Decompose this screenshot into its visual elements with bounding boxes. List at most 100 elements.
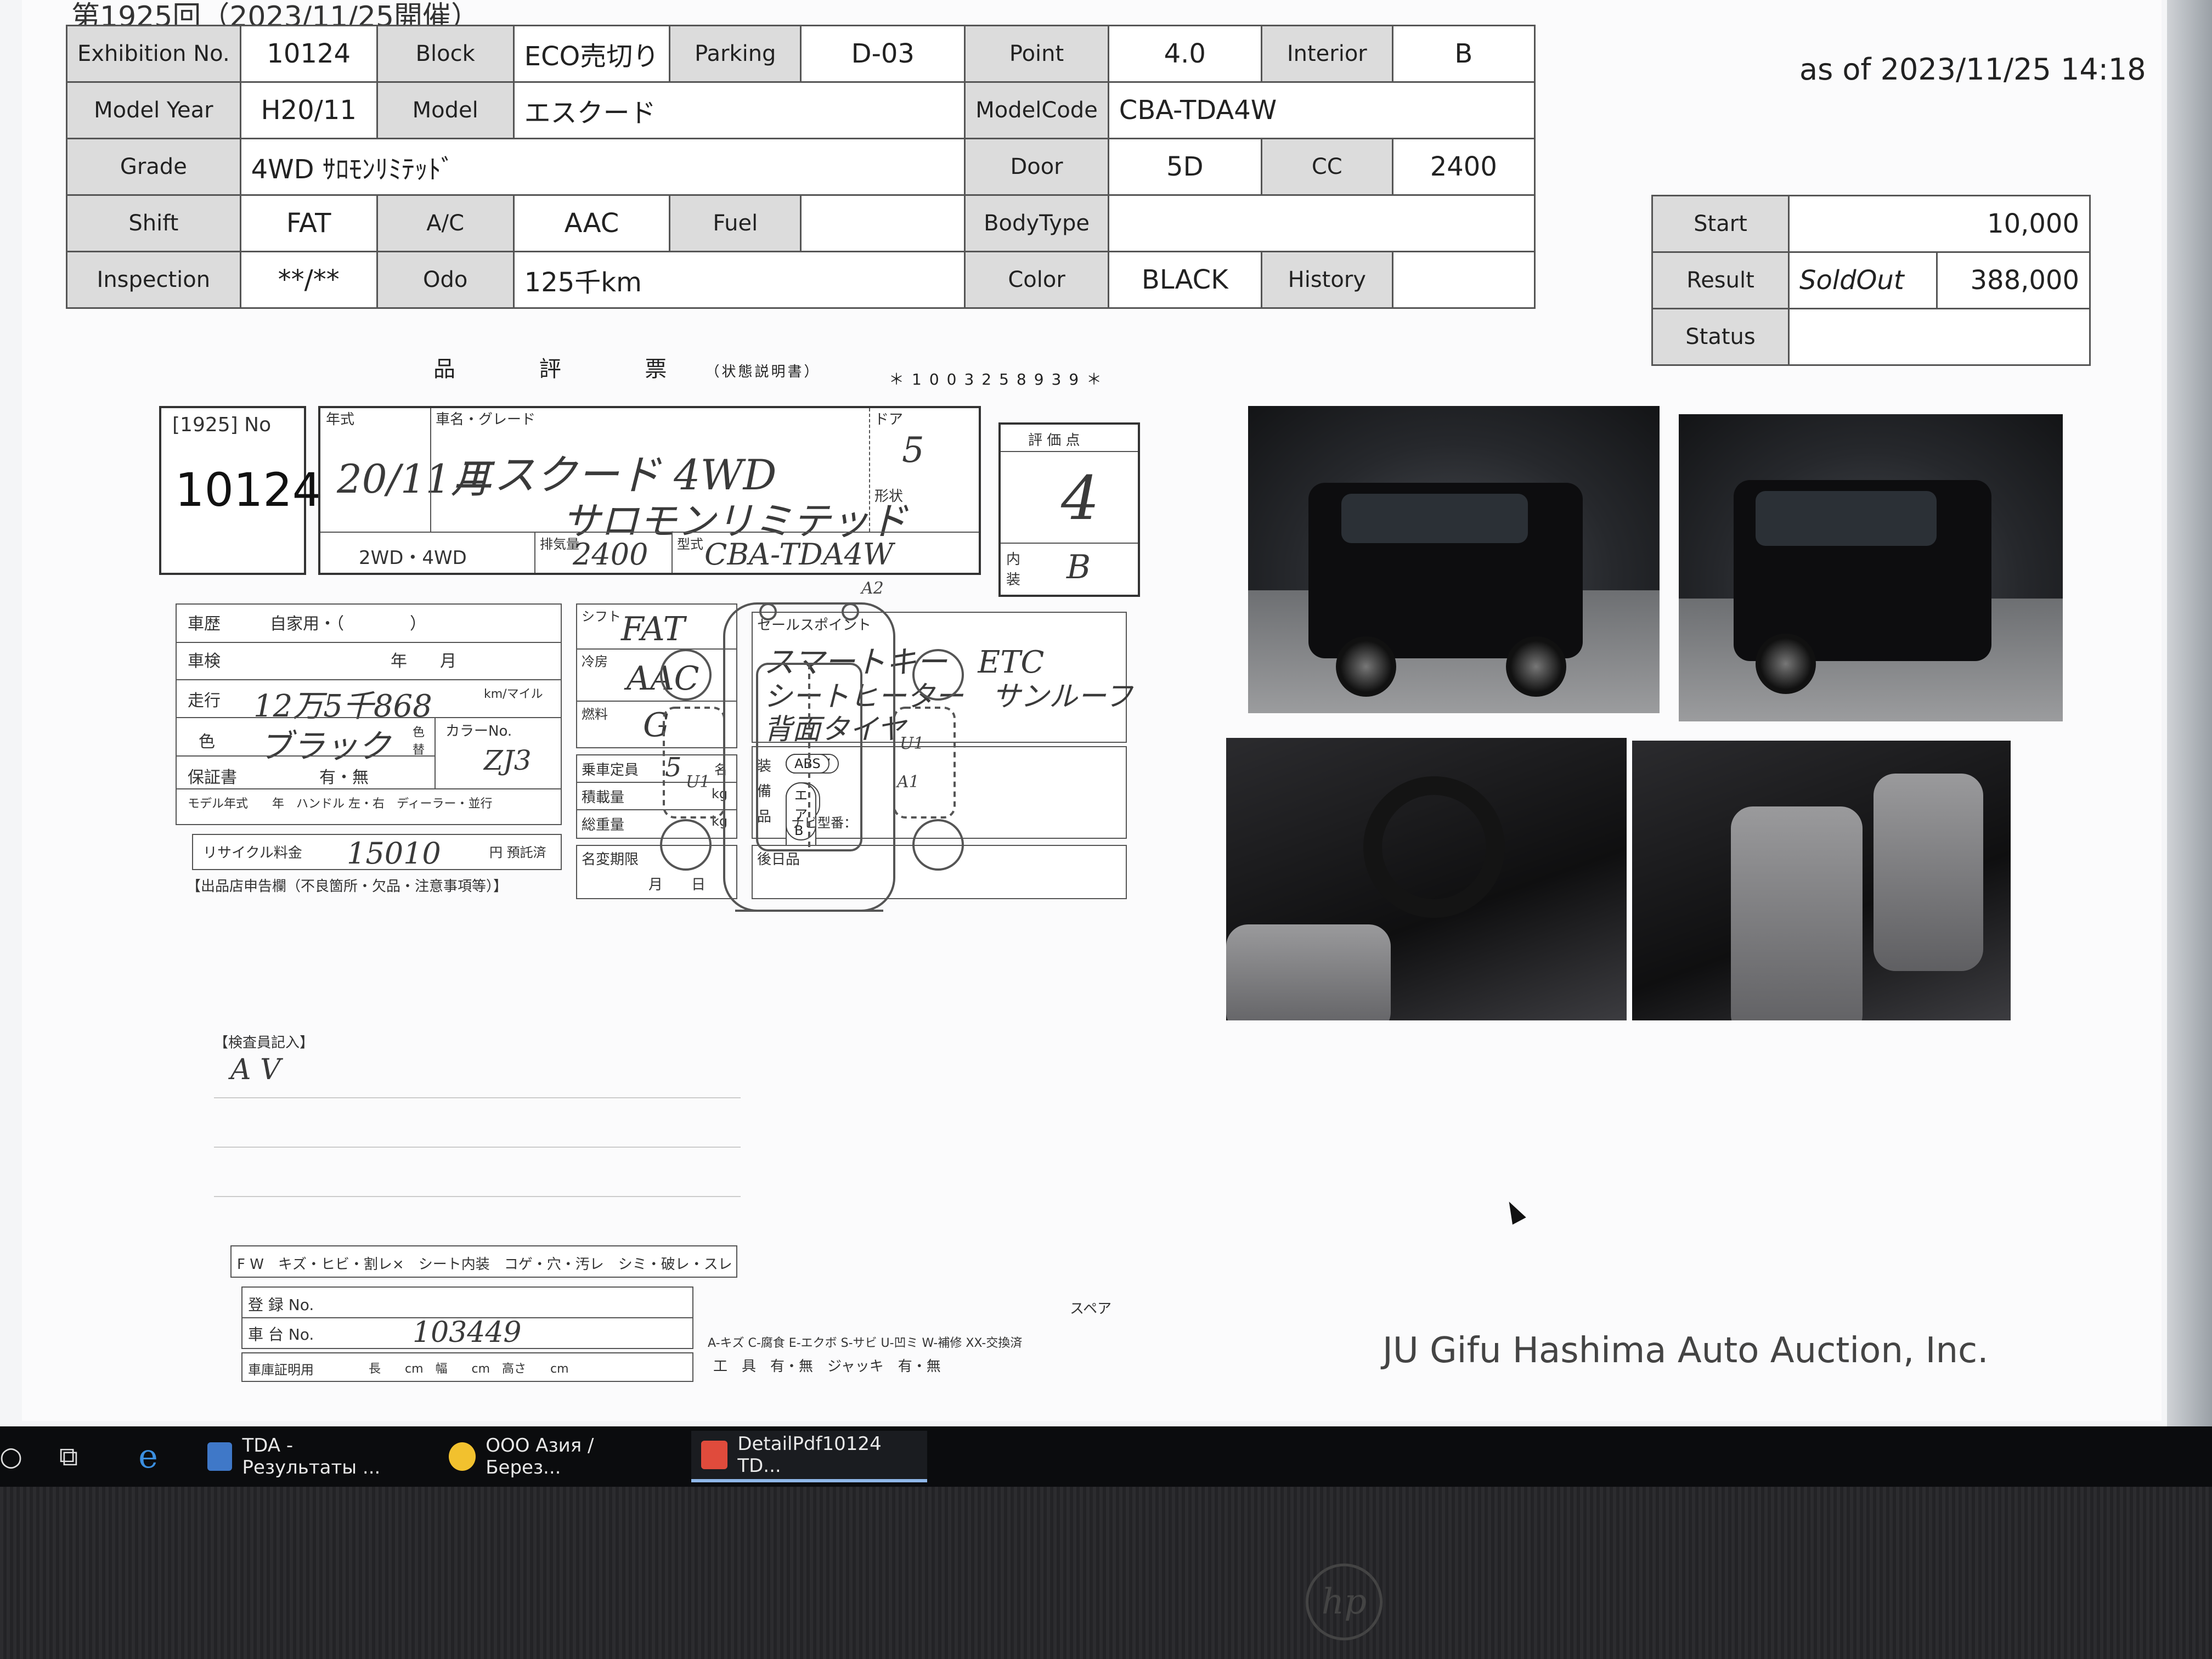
capacity-label: 乗車定員 [582, 762, 639, 778]
type-handwritten: CBA-TDA4W [704, 537, 894, 572]
door-handwritten: 5 [902, 430, 924, 471]
model-year-value: H20/11 [239, 81, 378, 139]
vehicle-photo-front[interactable] [1248, 406, 1660, 713]
lot-number: 10124 [175, 463, 322, 517]
diagram-mark-u1-left: U1 [686, 772, 710, 792]
result-label: Result [1651, 251, 1790, 309]
internet-explorer-icon[interactable]: e [126, 1437, 170, 1476]
diagram-mark-a1: A1 [895, 772, 919, 792]
name-change-label: 名変期限 [582, 851, 639, 868]
model-value: エスクード [512, 81, 966, 139]
status-value [1788, 308, 2091, 366]
taskbar-item-1c[interactable]: ООО Азия / Берез... [439, 1431, 675, 1482]
sheet-header: 品 評 票（状態説明書） [433, 351, 820, 383]
result-status: SoldOut [1788, 251, 1938, 309]
result-label: Status [1651, 308, 1790, 366]
divider [177, 717, 561, 718]
chassis-handwritten: 103449 [413, 1316, 522, 1349]
parking-value: D-03 [800, 25, 966, 83]
score-box: 評 価 点 4 内装 B [998, 422, 1140, 597]
spec-label: Point [964, 25, 1109, 83]
vehicle-photo-seats[interactable] [1632, 741, 2011, 1020]
vehicle-photo-dashboard[interactable] [1226, 738, 1627, 1020]
hp-logo-icon: hp [1306, 1564, 1383, 1640]
divider [430, 408, 431, 532]
task-view-icon[interactable]: ⧉ [49, 1438, 88, 1475]
vehicle-spec-table: Exhibition No. 10124 Block ECO売切り Parkin… [66, 25, 1536, 309]
shape-label: 形状 [874, 488, 904, 505]
spec-label: Block [376, 25, 515, 83]
company-name: JU Gifu Hashima Auto Auction, Inc. [1383, 1330, 1989, 1371]
result-label: Start [1651, 195, 1790, 253]
type-label: 型式 [677, 537, 703, 552]
registration-block: 登 録 No. 車 台 No. 103449 [241, 1286, 693, 1349]
tools-row: 工 具 有・無 ジャッキ 有・無 [713, 1358, 941, 1375]
inspection-label: 車検 [188, 652, 221, 671]
divider [534, 532, 535, 573]
result-table: Start 10,000 Result SoldOut 388,000 Stat… [1651, 195, 2091, 366]
score-handwritten: 4 [1061, 463, 1099, 533]
spec-label: Fuel [669, 194, 802, 252]
scrollbar[interactable] [2167, 0, 2212, 1426]
divider [214, 1196, 741, 1197]
diagram-mark-u1-right: U1 [900, 734, 924, 753]
spec-label: Odo [376, 251, 515, 309]
monitor-bezel: hp [0, 1487, 2212, 1659]
sheet-header-title: 品 評 票 [433, 357, 706, 382]
taskbar-item-tda[interactable]: TDA - Результаты ... [198, 1431, 422, 1482]
taskbar-item-label: ООО Азия / Берез... [486, 1435, 594, 1479]
auction-no-label: [1925] No [172, 414, 272, 436]
mileage-unit: km/マイル [484, 687, 543, 701]
registration-label: 登 録 No. [248, 1296, 314, 1314]
interior-label: 内装 [1006, 551, 1021, 588]
spec-label: BodyType [964, 194, 1109, 252]
spare-tire-label: スペア [1070, 1301, 1112, 1317]
exhibition-no: 10124 [239, 25, 378, 83]
fw-legend: F W キズ・ヒビ・割レ× シート内装 コゲ・穴・汚レ シミ・破レ・スレ [237, 1256, 732, 1273]
spec-label: Shift [66, 194, 241, 252]
inspector-label: 【検査員記入】 [214, 1035, 314, 1051]
color-handwritten: ブラック [259, 727, 391, 766]
interior-handwritten: B [1066, 548, 1091, 586]
divider [320, 532, 979, 533]
taskbar-item-pdf[interactable]: DetailPdf10124 TD... [691, 1431, 927, 1482]
history-label: 車歴 [188, 614, 221, 634]
monitor-screen: 第1925回（2023/11/25開催） Exhibition No. 1012… [0, 0, 2212, 1426]
search-icon[interactable]: ○ [0, 1438, 22, 1475]
divider [1001, 451, 1138, 452]
divider [177, 755, 435, 757]
seat [1874, 774, 1983, 971]
garage-cert-label: 車庫証明用 [248, 1362, 314, 1378]
diagram-wheel [912, 819, 964, 871]
inspection-text: 年 月 [391, 652, 456, 671]
warranty-label: 保証書 [188, 768, 237, 787]
document-app-icon [207, 1442, 233, 1471]
recycle-unit: 円 預託済 [489, 845, 546, 860]
recycle-handwritten: 15010 [347, 836, 441, 871]
sheet-serial: ＊1003258939＊ [889, 370, 1110, 388]
lot-box: [1925] No 10124 [159, 406, 321, 575]
model-code-value: CBA-TDA4W [1107, 81, 1536, 139]
spec-label: Model [376, 81, 515, 139]
fw-row: F W キズ・ヒビ・割レ× シート内装 コゲ・穴・汚レ シミ・破レ・スレ [230, 1245, 737, 1278]
interior-value: B [1391, 25, 1536, 83]
steering-wheel [1363, 776, 1505, 918]
history-value [1391, 251, 1536, 309]
vehicle-photo-rear[interactable] [1679, 414, 2063, 721]
divider [177, 788, 561, 789]
spec-label: History [1260, 251, 1393, 309]
spec-label: Inspection [66, 251, 241, 309]
displacement-handwritten: 2400 [573, 537, 648, 572]
diagram-wheel [912, 649, 964, 701]
recycle-label: リサイクル料金 [203, 845, 302, 861]
seat [1731, 806, 1863, 1020]
recycle-box: リサイクル料金 15010 円 預託済 [192, 834, 562, 871]
car-wheel [1506, 636, 1566, 697]
diagram-right-side [893, 707, 956, 819]
divider [177, 679, 561, 680]
inspection-value: **/** [239, 251, 378, 309]
details-block: 車歴 自家用・（ ） 車検 年 月 走行 12万5千868 km/マイル 色 ブ… [176, 603, 562, 825]
car-damage-diagram: A2 U1 U1 A1 [660, 582, 964, 912]
odo-value: 125千km [512, 251, 966, 309]
divider [435, 717, 436, 788]
